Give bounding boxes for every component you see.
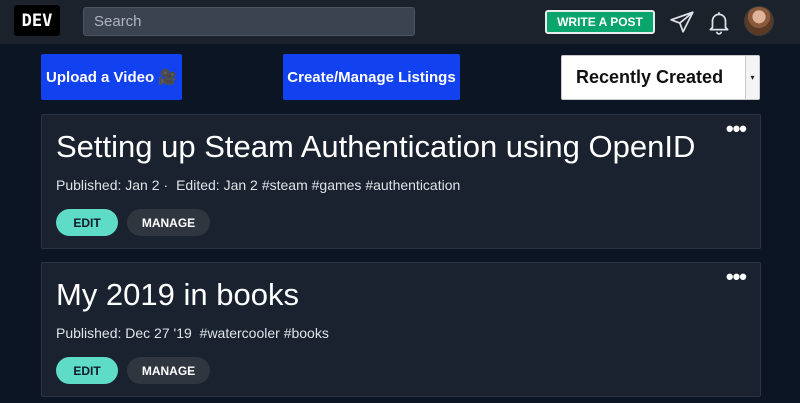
upload-video-button[interactable]: Upload a Video 🎥 bbox=[41, 54, 182, 100]
top-nav: DEV WRITE A POST bbox=[0, 0, 800, 44]
published-date: Published: Dec 27 '19 bbox=[56, 325, 192, 341]
published-date: Published: Jan 2 bbox=[56, 177, 160, 193]
edited-date: Edited: Jan 2 bbox=[176, 177, 258, 193]
dev-logo[interactable]: DEV bbox=[14, 5, 60, 36]
sort-select-value: Recently Created bbox=[576, 67, 724, 87]
manage-button[interactable]: MANAGE bbox=[127, 209, 210, 236]
edit-button[interactable]: EDIT bbox=[56, 209, 118, 236]
search-input[interactable] bbox=[83, 7, 415, 36]
post-meta: Published: Jan 2 · Edited: Jan 2 #steam #g… bbox=[56, 177, 464, 193]
manage-listings-button[interactable]: Create/Manage Listings bbox=[283, 54, 460, 100]
post-title[interactable]: My 2019 in books bbox=[56, 277, 299, 313]
post-card: Setting up Steam Authentication using Op… bbox=[41, 114, 761, 249]
manage-button[interactable]: MANAGE bbox=[127, 357, 210, 384]
write-post-button[interactable]: WRITE A POST bbox=[545, 10, 655, 34]
edit-button[interactable]: EDIT bbox=[56, 357, 118, 384]
chevron-down-icon[interactable]: ▾ bbox=[745, 56, 759, 99]
post-title[interactable]: Setting up Steam Authentication using Op… bbox=[56, 129, 695, 165]
sort-select[interactable]: Recently Created ▾ bbox=[561, 55, 760, 100]
post-card: My 2019 in books Published: Dec 27 '19 #… bbox=[41, 262, 761, 397]
bell-icon[interactable] bbox=[706, 9, 732, 35]
avatar[interactable] bbox=[744, 6, 774, 36]
post-tags[interactable]: #watercooler #books bbox=[200, 325, 329, 341]
post-meta: Published: Dec 27 '19 #watercooler #book… bbox=[56, 325, 333, 341]
more-options-icon[interactable]: ••• bbox=[726, 118, 747, 140]
paper-plane-icon[interactable] bbox=[669, 9, 695, 35]
meta-separator: · bbox=[163, 177, 169, 193]
more-options-icon[interactable]: ••• bbox=[726, 266, 747, 288]
post-tags[interactable]: #steam #games #authentication bbox=[262, 177, 460, 193]
